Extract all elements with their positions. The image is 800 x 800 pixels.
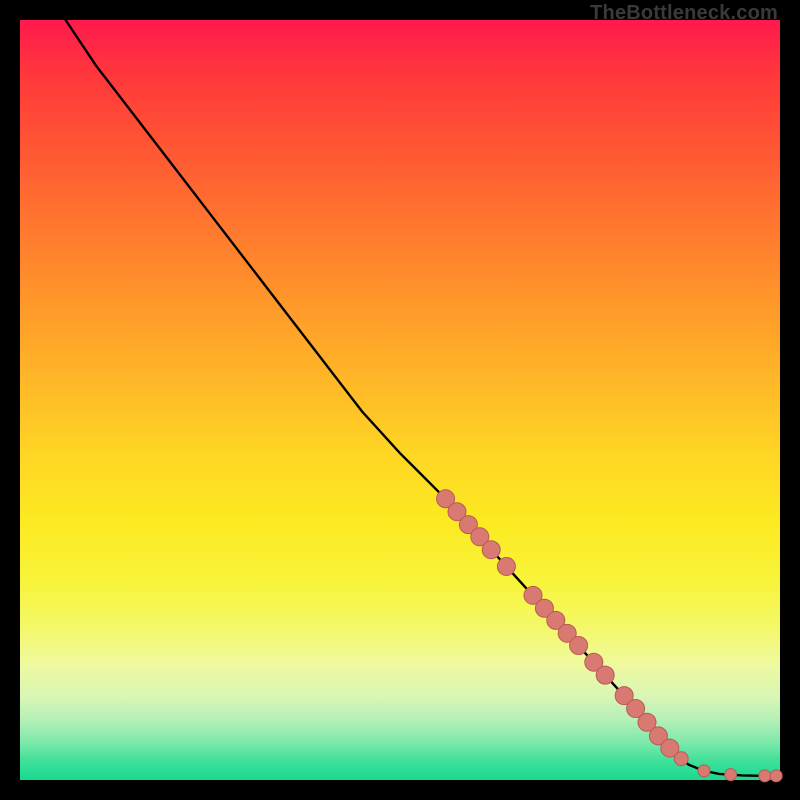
marker-dot bbox=[674, 752, 688, 766]
marker-dot bbox=[482, 541, 500, 559]
chart-svg bbox=[20, 20, 780, 780]
curve-line bbox=[66, 20, 777, 776]
marker-group bbox=[437, 490, 783, 782]
marker-dot bbox=[759, 770, 771, 782]
watermark-text: TheBottleneck.com bbox=[590, 2, 778, 25]
marker-dot bbox=[596, 666, 614, 684]
chart-frame: TheBottleneck.com bbox=[0, 0, 800, 800]
plot-area bbox=[20, 20, 780, 780]
marker-dot bbox=[770, 770, 782, 782]
marker-dot bbox=[497, 557, 515, 575]
marker-dot bbox=[698, 765, 710, 777]
marker-dot bbox=[725, 769, 737, 781]
marker-dot bbox=[570, 636, 588, 654]
